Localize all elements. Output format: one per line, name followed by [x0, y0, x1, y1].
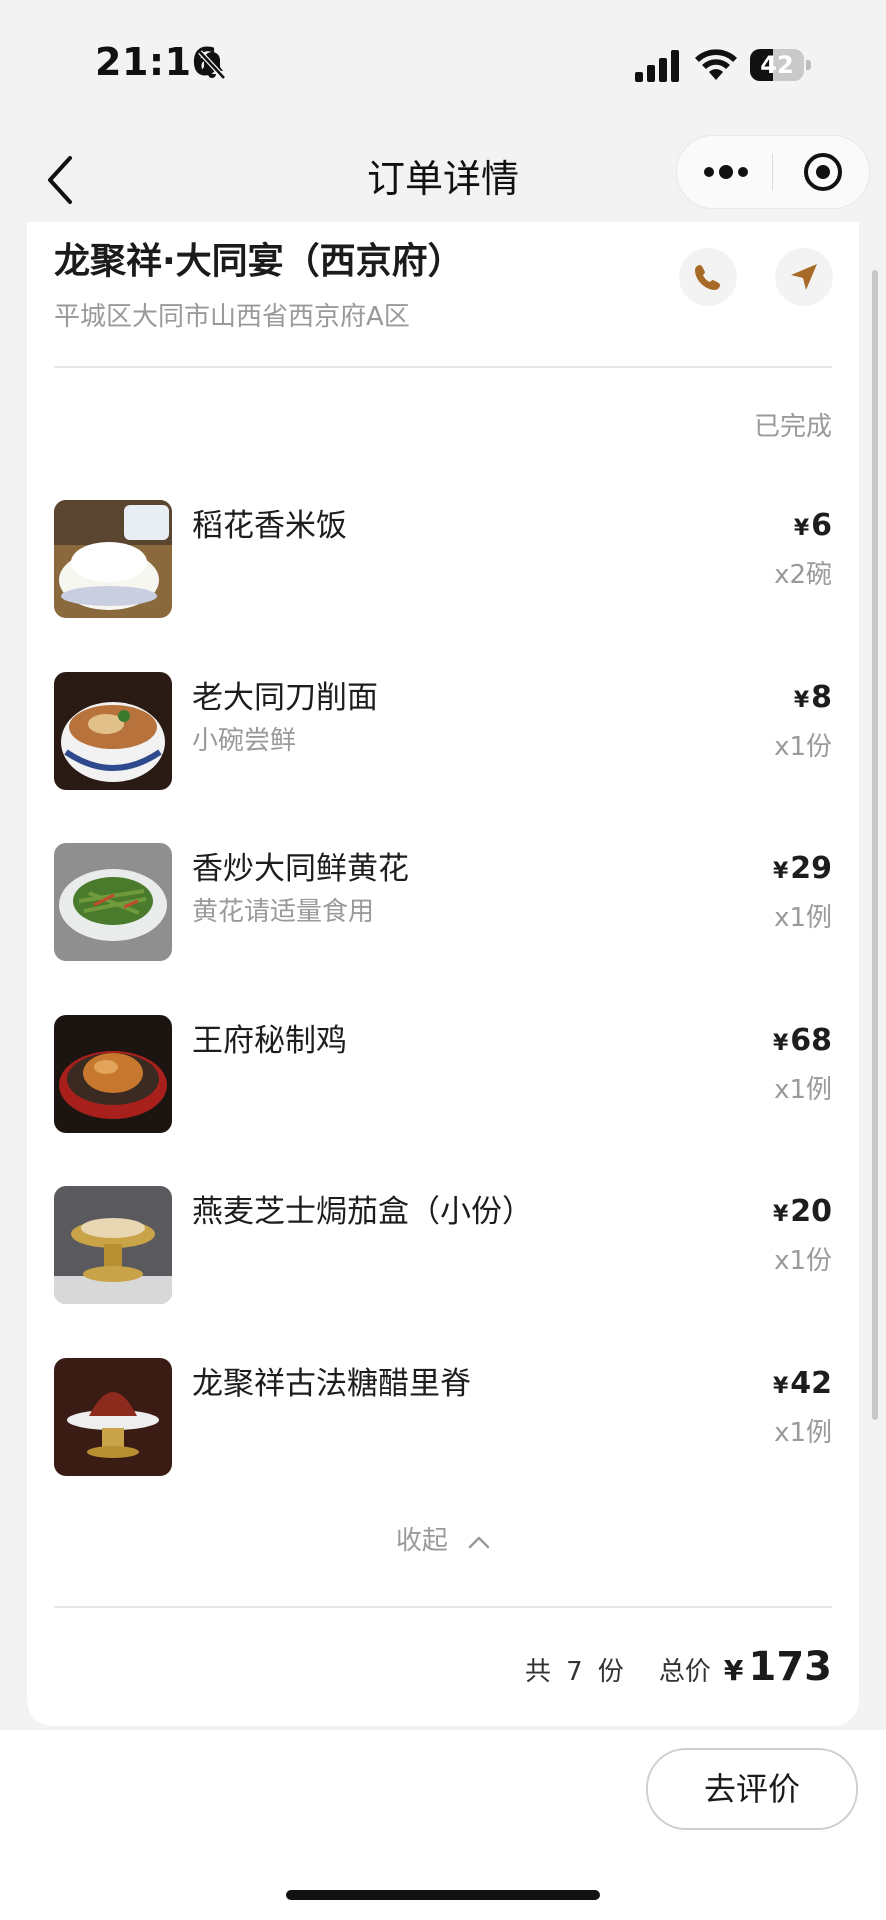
mini-program-capsule: [676, 135, 870, 209]
count-prefix: 共: [524, 1657, 551, 1687]
dish-price: ¥20: [772, 1194, 832, 1229]
dish-name: 燕麦芝士焗茄盒（小份）: [192, 1194, 533, 1230]
scrollbar[interactable]: [872, 270, 878, 1420]
dish-note: 黄花请适量食用: [192, 897, 375, 927]
review-button[interactable]: 去评价: [646, 1748, 858, 1830]
total-currency: ¥: [723, 1654, 744, 1687]
dish-price: ¥29: [772, 851, 832, 886]
navigate-to-store-button[interactable]: [775, 248, 833, 306]
dish-image-rice: [54, 500, 172, 618]
dish-price: ¥8: [793, 680, 832, 715]
dish-quantity: x1例: [774, 1418, 832, 1448]
item-count: 7: [566, 1657, 583, 1687]
collapse-label: 收起: [395, 1526, 448, 1556]
dish-image-daylily: [54, 843, 172, 961]
navigation-arrow-icon: [791, 264, 817, 290]
order-card: 龙聚祥·大同宴（西京府） 平城区大同市山西省西京府A区 已完成 稻花香米饭 ¥6…: [27, 222, 859, 1726]
battery-percent: 42: [760, 51, 794, 79]
store-address: 平城区大同市山西省西京府A区: [54, 302, 410, 332]
dish-name: 香炒大同鲜黄花: [192, 851, 409, 887]
order-summary: 共 7 份 总价 ¥ 173: [525, 1644, 832, 1690]
dish-image-pork: [54, 1358, 172, 1476]
battery-icon: 42: [750, 49, 812, 81]
home-indicator: [286, 1890, 600, 1900]
dish-name: 老大同刀削面: [192, 680, 378, 716]
navigation-bar: 订单详情: [0, 130, 886, 230]
dish-image-noodles: [54, 672, 172, 790]
dish-quantity: x1份: [774, 732, 832, 762]
order-status: 已完成: [753, 412, 832, 442]
dish-quantity: x1例: [774, 903, 832, 933]
dish-price: ¥42: [772, 1366, 832, 1401]
dish-image-eggplant: [54, 1186, 172, 1304]
list-item[interactable]: 稻花香米饭 ¥6 x2碗: [54, 500, 832, 620]
more-options-icon[interactable]: [701, 162, 751, 182]
divider: [54, 1606, 832, 1608]
status-bar: 21:16 42: [0, 0, 886, 130]
collapse-button[interactable]: 收起: [27, 1520, 859, 1557]
call-store-button[interactable]: [679, 248, 737, 306]
bell-off-icon: [198, 50, 226, 80]
dish-image-chicken: [54, 1015, 172, 1133]
total-label: 总价: [658, 1657, 711, 1687]
dish-name: 稻花香米饭: [192, 508, 347, 544]
dish-price: ¥6: [793, 508, 832, 543]
close-mini-program-icon[interactable]: [802, 151, 844, 193]
dish-name: 王府秘制鸡: [192, 1023, 347, 1059]
count-suffix: 份: [597, 1657, 624, 1687]
list-item[interactable]: 燕麦芝士焗茄盒（小份） ¥20 x1份: [54, 1186, 832, 1306]
list-item[interactable]: 香炒大同鲜黄花 黄花请适量食用 ¥29 x1例: [54, 843, 832, 963]
bottom-action-bar: 去评价: [0, 1730, 886, 1920]
total-amount: 173: [748, 1644, 833, 1690]
wifi-icon: [695, 49, 737, 80]
list-item[interactable]: 老大同刀削面 小碗尝鲜 ¥8 x1份: [54, 672, 832, 792]
list-item[interactable]: 龙聚祥古法糖醋里脊 ¥42 x1例: [54, 1358, 832, 1478]
store-name: 龙聚祥·大同宴（西京府）: [54, 241, 464, 282]
cellular-signal-icon: [635, 50, 679, 82]
dish-quantity: x1例: [774, 1075, 832, 1105]
dish-price: ¥68: [772, 1023, 832, 1058]
chevron-up-icon: [468, 1536, 490, 1548]
list-item[interactable]: 王府秘制鸡 ¥68 x1例: [54, 1015, 832, 1135]
dish-note: 小碗尝鲜: [192, 726, 297, 756]
divider: [54, 366, 832, 368]
dish-quantity: x2碗: [774, 560, 832, 590]
dish-quantity: x1份: [774, 1246, 832, 1276]
dish-name: 龙聚祥古法糖醋里脊: [192, 1366, 471, 1402]
phone-icon: [695, 265, 720, 290]
